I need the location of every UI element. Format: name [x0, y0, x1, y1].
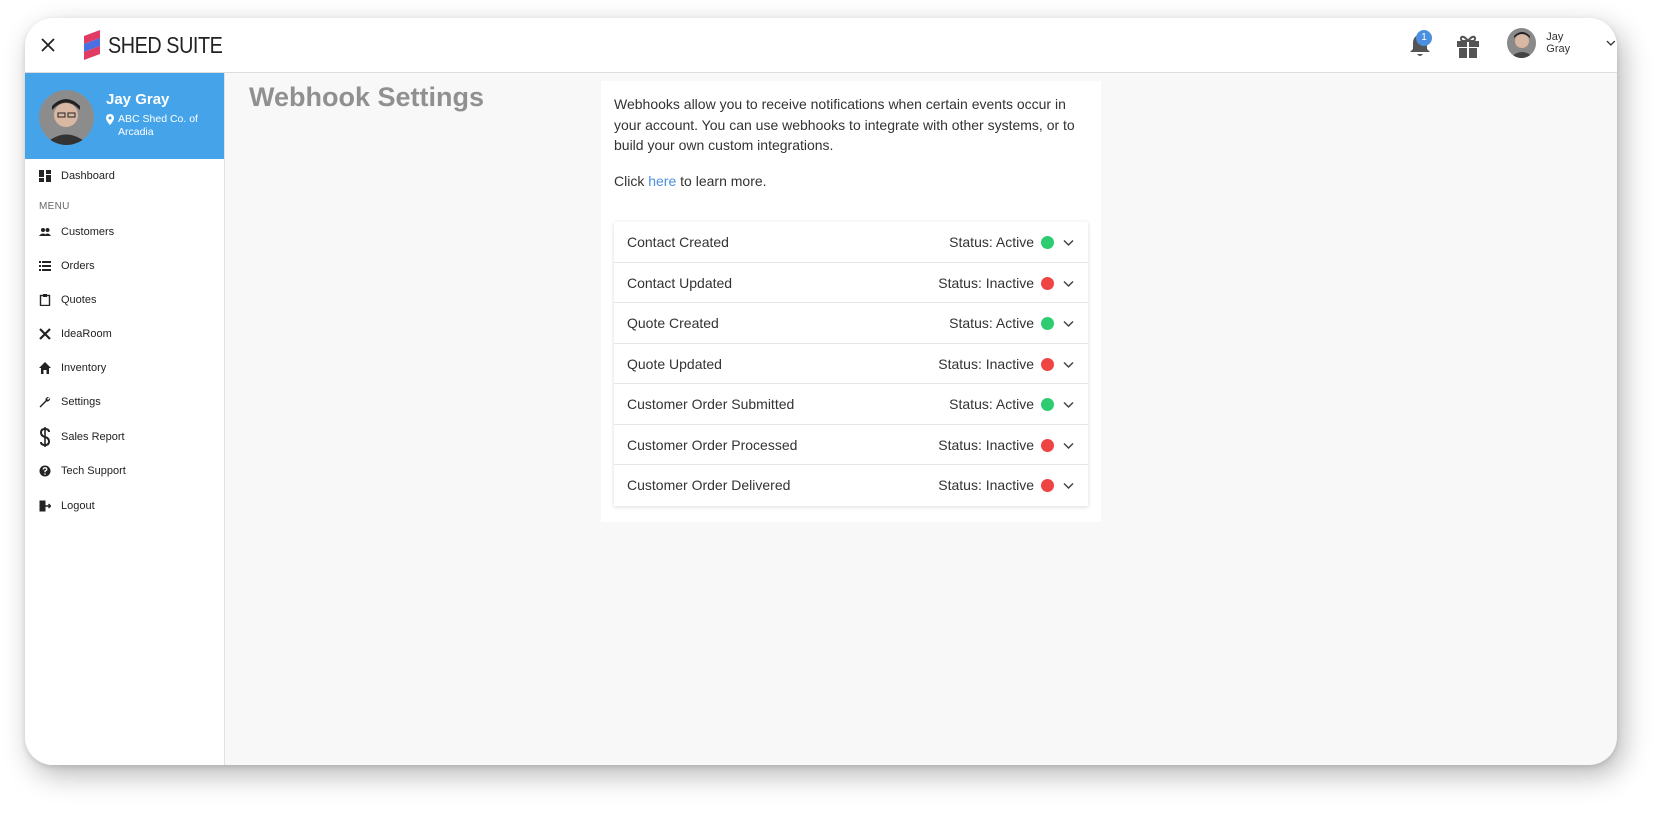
sidebar: Jay Gray ABC Shed Co. of Arcadia Dashboa… [25, 73, 225, 765]
webhook-status: Status: Active [949, 396, 1034, 412]
clipboard-icon [39, 294, 51, 306]
location-pin-icon [106, 114, 114, 125]
status-active-indicator [1041, 398, 1054, 411]
profile-card: Jay Gray ABC Shed Co. of Arcadia [25, 73, 224, 159]
status-inactive-indicator [1041, 357, 1054, 371]
webhook-item-customer-order-delivered[interactable]: Customer Order Delivered Status: Inactiv… [614, 465, 1088, 506]
profile-location: ABC Shed Co. of Arcadia [106, 113, 216, 139]
user-menu[interactable]: Jay Gray [1507, 28, 1617, 58]
status-inactive-indicator [1041, 438, 1054, 452]
sidebar-item-label: Logout [61, 500, 95, 512]
webhook-name: Customer Order Submitted [627, 396, 795, 412]
sidebar-item-label: IdeaRoom [61, 328, 112, 340]
webhook-name: Contact Updated [627, 274, 733, 291]
wrench-icon [39, 396, 51, 408]
webhook-name: Customer Order Delivered [627, 477, 791, 493]
status-inactive-indicator [1041, 479, 1054, 492]
learn-more-suffix: to learn more. [676, 173, 767, 189]
gift-icon[interactable] [1453, 31, 1483, 61]
chevron-down-icon[interactable] [1062, 236, 1075, 249]
webhook-status: Status: Inactive [938, 477, 1034, 493]
learn-more-prefix: Click [614, 173, 649, 189]
avatar [1507, 28, 1537, 58]
webhook-item-quote-updated[interactable]: Quote Updated Status: Inactive [614, 344, 1088, 384]
tools-icon [39, 328, 51, 340]
status-active-indicator [1041, 317, 1054, 330]
webhook-settings-card: Webhooks allow you to receive notificati… [601, 81, 1101, 522]
webhook-name: Quote Created [627, 315, 719, 331]
profile-name: Jay Gray [106, 91, 170, 108]
avatar [39, 90, 94, 145]
webhook-item-customer-order-submitted[interactable]: Customer Order Submitted Status: Active [614, 384, 1088, 425]
sidebar-item-label: Tech Support [61, 465, 126, 477]
close-icon[interactable] [37, 34, 59, 56]
dollar-icon [39, 427, 51, 447]
webhook-status: Status: Active [949, 315, 1034, 331]
app-window: SHED SUITE 1 Jay Gray Jay Gray ABC Shed … [25, 18, 1617, 765]
sidebar-item-tech-support[interactable]: Tech Support [39, 462, 126, 480]
webhook-item-customer-order-processed[interactable]: Customer Order Processed Status: Inactiv… [614, 425, 1088, 465]
sidebar-item-label: Quotes [61, 294, 97, 306]
sidebar-item-orders[interactable]: Orders [39, 257, 95, 275]
webhook-item-contact-updated[interactable]: Contact Updated Status: Inactive [614, 263, 1088, 303]
webhook-list: Contact Created Status: Active Contact U… [614, 222, 1088, 506]
chevron-down-icon[interactable] [1062, 317, 1075, 330]
intro-text: Webhooks allow you to receive notificati… [614, 96, 1075, 153]
shed-suite-logo-icon [84, 30, 100, 60]
sidebar-item-label: Orders [61, 260, 95, 272]
home-icon [39, 362, 51, 374]
webhook-status: Status: Inactive [938, 274, 1034, 291]
webhook-status: Status: Inactive [938, 436, 1034, 453]
learn-more-link[interactable]: here [648, 173, 676, 189]
status-active-indicator [1041, 236, 1054, 249]
chevron-down-icon[interactable] [1062, 479, 1075, 492]
sidebar-item-settings[interactable]: Settings [39, 393, 101, 411]
brand-name: SHED SUITE [108, 31, 223, 58]
webhook-status: Status: Active [949, 234, 1034, 250]
sidebar-item-dashboard[interactable]: Dashboard [39, 167, 115, 185]
webhook-status: Status: Inactive [938, 355, 1034, 372]
logout-icon [39, 500, 51, 512]
sidebar-item-label: Sales Report [61, 431, 125, 443]
list-icon [39, 261, 51, 271]
status-inactive-indicator [1041, 276, 1054, 290]
dashboard-icon [39, 170, 51, 182]
sidebar-item-label: Dashboard [61, 170, 115, 182]
webhook-name: Contact Created [627, 234, 729, 250]
top-bar: SHED SUITE 1 Jay Gray [25, 18, 1617, 73]
sidebar-item-idearoom[interactable]: IdeaRoom [39, 325, 112, 343]
sidebar-item-inventory[interactable]: Inventory [39, 359, 106, 377]
page-title: Webhook Settings [249, 82, 485, 112]
chevron-down-icon[interactable] [1062, 398, 1075, 411]
profile-location-text: ABC Shed Co. of Arcadia [118, 113, 198, 138]
sidebar-item-customers[interactable]: Customers [39, 223, 114, 241]
chevron-down-icon[interactable] [1062, 358, 1075, 371]
help-icon [39, 465, 51, 477]
notification-badge: 1 [1416, 30, 1432, 46]
chevron-down-icon[interactable] [1062, 277, 1075, 290]
sidebar-item-logout[interactable]: Logout [39, 497, 95, 515]
sidebar-item-label: Inventory [61, 362, 107, 374]
webhook-item-contact-created[interactable]: Contact Created Status: Active [614, 222, 1088, 263]
people-icon [39, 228, 51, 236]
webhook-name: Quote Updated [627, 355, 722, 372]
brand-logo[interactable]: SHED SUITE [82, 28, 241, 62]
sidebar-item-label: Settings [61, 396, 101, 408]
user-name: Jay Gray [1546, 31, 1571, 55]
sidebar-item-quotes[interactable]: Quotes [39, 291, 96, 309]
webhook-name: Customer Order Processed [627, 436, 798, 453]
sidebar-item-label: Customers [61, 226, 115, 238]
learn-more-text: Click here to learn more. [614, 173, 767, 189]
chevron-down-icon[interactable] [1062, 439, 1075, 452]
sidebar-item-sales-report[interactable]: Sales Report [39, 427, 125, 447]
chevron-down-icon [1606, 40, 1616, 46]
menu-section-label: MENU [39, 201, 70, 212]
webhook-item-quote-created[interactable]: Quote Created Status: Active [614, 303, 1088, 344]
